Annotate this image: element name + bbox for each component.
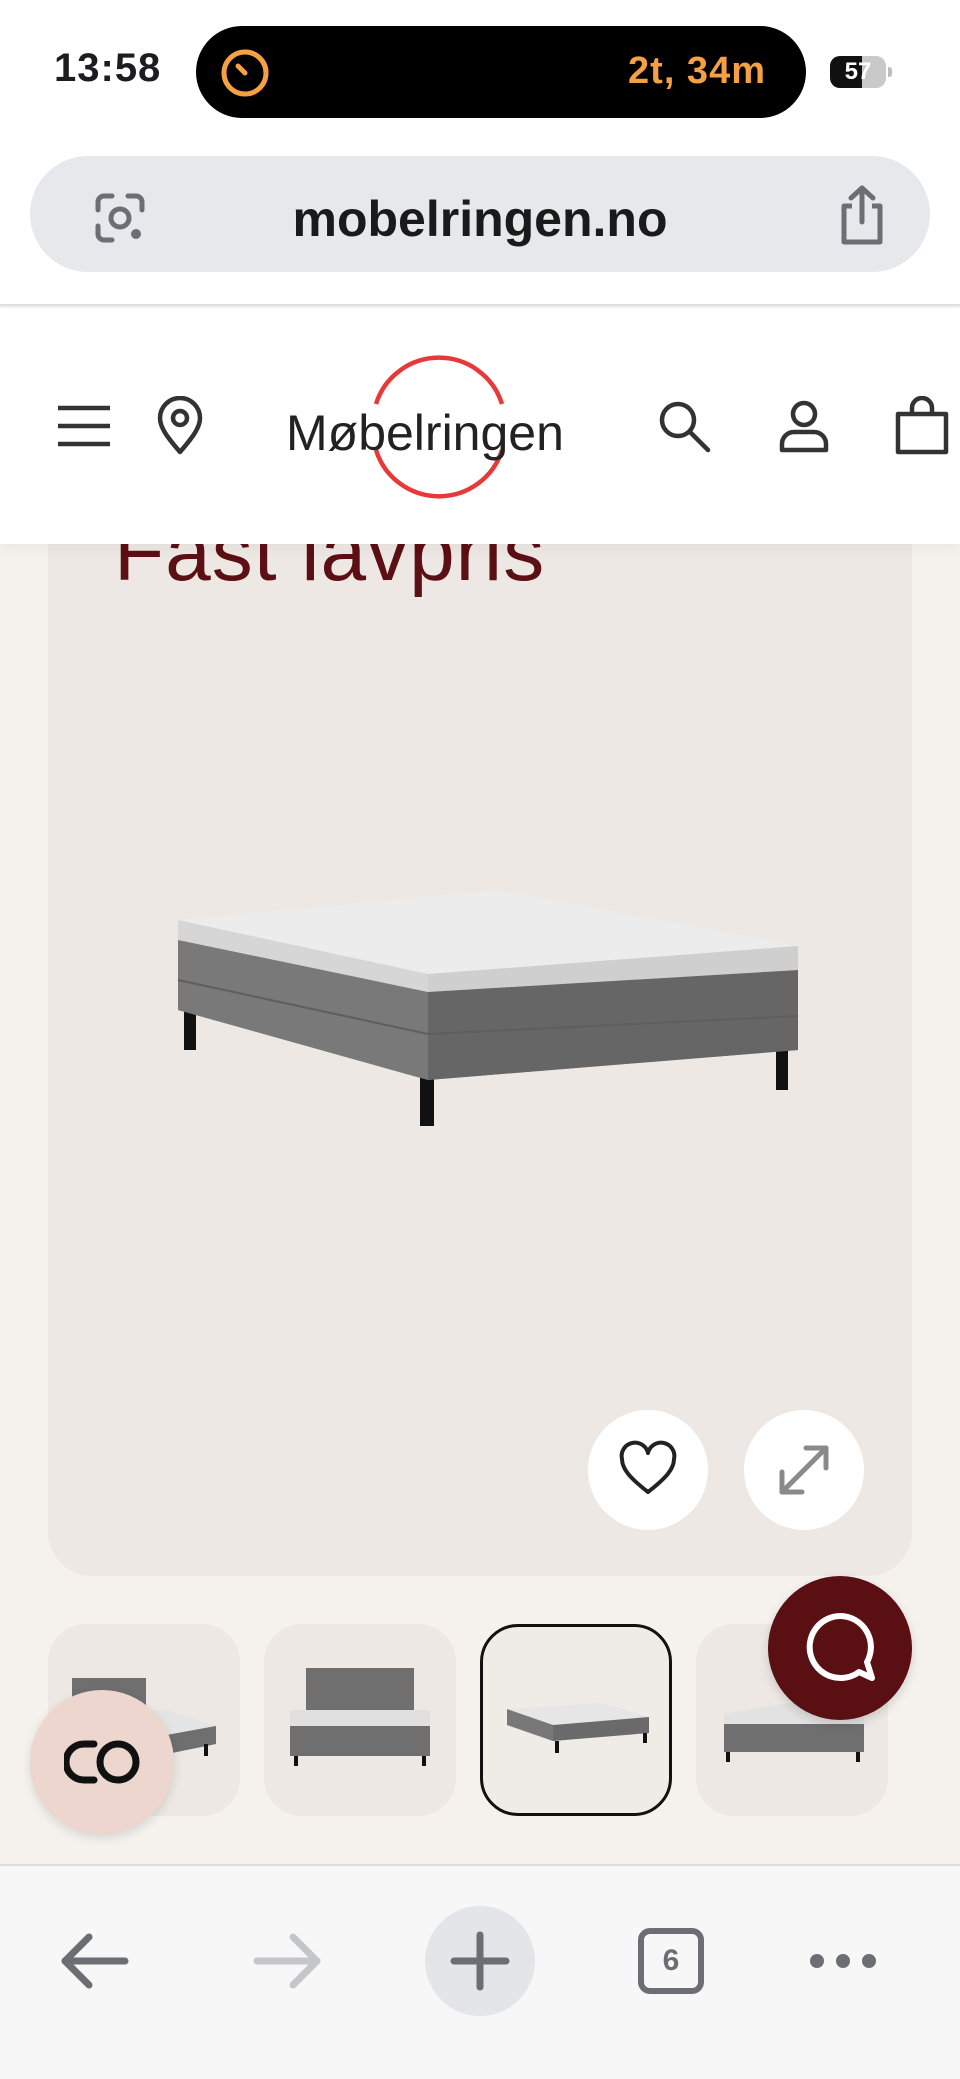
share-icon[interactable] (834, 184, 890, 248)
site-logo[interactable]: Møbelringen (284, 352, 582, 502)
logo-text: Møbelringen (286, 405, 564, 461)
customer-chat-button[interactable] (768, 1576, 912, 1720)
more-menu-button[interactable] (788, 1906, 898, 2016)
timer-icon (221, 49, 269, 97)
status-bar: 13:58 2t, 34m 57 (0, 0, 960, 140)
plus-icon (450, 1931, 510, 1991)
product-image-bed[interactable] (158, 870, 818, 1160)
menu-icon[interactable] (54, 396, 114, 456)
add-to-wishlist-button[interactable] (588, 1410, 708, 1530)
thumbnail-bed-image (290, 1668, 430, 1766)
back-button[interactable] (40, 1906, 150, 2016)
heart-icon (619, 1440, 677, 1494)
battery-percent: 57 (844, 58, 872, 85)
dynamic-island[interactable]: 2t, 34m (196, 26, 806, 118)
product-image-gallery[interactable]: Fast lavpris (48, 470, 912, 1576)
forward-button[interactable] (232, 1906, 342, 2016)
cobrowse-button[interactable] (30, 1690, 174, 1834)
thumbnail-2[interactable] (264, 1624, 456, 1816)
chat-bubble-icon (806, 1612, 875, 1681)
account-icon[interactable] (774, 396, 834, 456)
more-dots-icon (810, 1954, 876, 1968)
activity-timer-text: 2t, 34m (628, 50, 766, 92)
expand-icon (779, 1445, 829, 1495)
tab-count: 6 (638, 1928, 704, 1994)
browser-toolbar: 6 (0, 1864, 960, 2079)
back-arrow-icon (61, 1933, 129, 1989)
search-icon[interactable] (654, 396, 714, 456)
battery-icon: 57 (830, 56, 892, 88)
site-header: Møbelringen (0, 308, 960, 544)
browser-address-area: mobelringen.no (0, 140, 960, 306)
url-text: mobelringen.no (292, 191, 668, 247)
link-icon (64, 1740, 140, 1784)
screen: 13:58 2t, 34m 57 mobelringen.no Møbelrin… (0, 0, 960, 2079)
forward-arrow-icon (253, 1933, 321, 1989)
store-location-icon[interactable] (150, 396, 210, 456)
new-tab-button[interactable] (425, 1906, 535, 2016)
thumbnail-3[interactable] (480, 1624, 672, 1816)
address-bar[interactable]: mobelringen.no (30, 156, 930, 272)
tabs-button[interactable]: 6 (616, 1906, 726, 2016)
status-time: 13:58 (54, 46, 162, 90)
thumbnail-bed-image (507, 1703, 649, 1753)
cart-icon[interactable] (892, 396, 952, 456)
fullscreen-image-button[interactable] (744, 1410, 864, 1530)
